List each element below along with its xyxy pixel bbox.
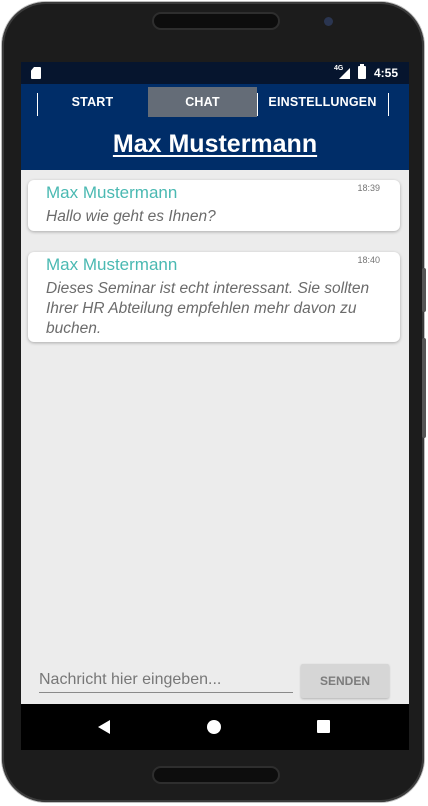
front-camera: [324, 17, 333, 26]
message-card[interactable]: Max Mustermann 18:39 Hallo wie geht es I…: [28, 180, 400, 231]
tab-start[interactable]: START: [38, 87, 147, 117]
network-type: 4G: [334, 65, 344, 72]
sd-card-icon: [31, 67, 41, 79]
volume-button: [422, 268, 426, 312]
power-button: [422, 338, 426, 438]
message-text: Hallo wie geht es Ihnen?: [46, 208, 216, 225]
message-input[interactable]: [39, 668, 293, 693]
tab-einstellungen[interactable]: EINSTELLUNGEN: [258, 87, 387, 117]
message-text: Dieses Seminar ist echt interessant. Sie…: [46, 280, 370, 337]
message-time: 18:40: [357, 255, 380, 265]
app-bar: START CHAT EINSTELLUNGEN Max Mustermann: [21, 84, 409, 170]
message-sender: Max Mustermann: [46, 183, 178, 202]
screen: 4G 4:55 START CHAT EINSTELLUNGEN Max Mus…: [21, 62, 409, 750]
tab-chat[interactable]: CHAT: [148, 87, 257, 117]
recent-apps-icon[interactable]: [317, 720, 330, 733]
tab-divider: [388, 93, 389, 116]
send-button[interactable]: SENDEN: [301, 664, 389, 698]
home-icon[interactable]: [207, 720, 221, 734]
contact-name: Max Mustermann: [112, 130, 318, 158]
status-bar: 4G 4:55: [21, 62, 409, 84]
phone-frame: 4G 4:55 START CHAT EINSTELLUNGEN Max Mus…: [2, 2, 426, 802]
bottom-speaker: [154, 768, 278, 782]
status-time: 4:55: [374, 66, 399, 80]
message-time: 18:39: [357, 183, 380, 193]
back-icon[interactable]: [98, 720, 110, 734]
message-card[interactable]: Max Mustermann 18:40 Dieses Seminar ist …: [28, 252, 400, 342]
earpiece-speaker: [154, 14, 278, 28]
battery-icon: [358, 64, 366, 79]
navigation-bar: [21, 704, 409, 750]
message-sender: Max Mustermann: [46, 255, 178, 274]
